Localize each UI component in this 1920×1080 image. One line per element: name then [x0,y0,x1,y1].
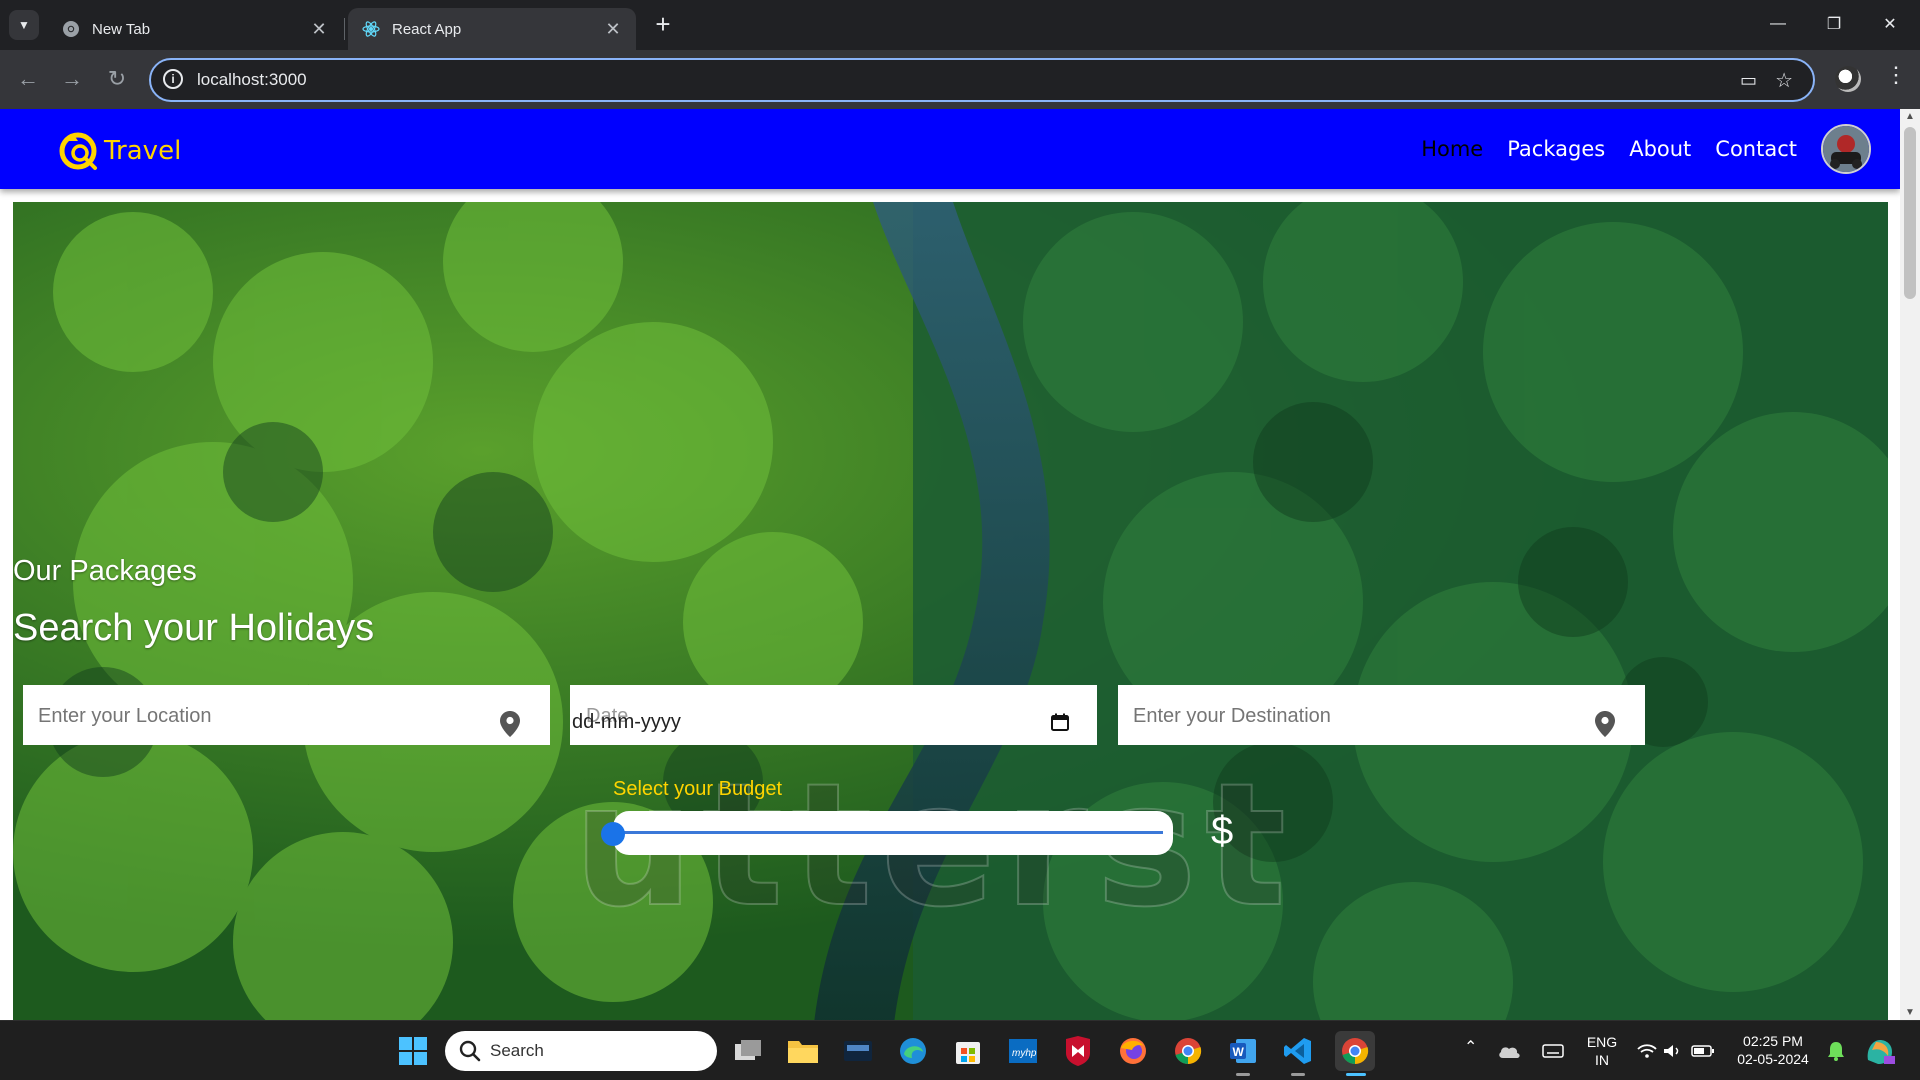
scroll-down-icon[interactable]: ▼ [1905,1007,1915,1018]
nav-about-link[interactable]: About [1629,137,1691,161]
nav-home-link[interactable]: Home [1421,137,1483,161]
budget-slider-thumb[interactable] [601,822,625,846]
travel-logo-icon [59,132,97,170]
word-running-indicator [1236,1073,1250,1076]
taskbar-search-text: Search [490,1041,544,1060]
tab-title: New Tab [92,20,151,38]
brand-name: Travel [104,136,182,166]
vscode-running-indicator [1291,1073,1305,1076]
browser-menu-icon[interactable]: ⋮ [1885,62,1907,88]
page-scrollbar[interactable]: ▲ ▼ [1900,109,1920,1020]
clock[interactable]: 02:25 PM 02-05-2024 [1728,1032,1818,1068]
site-navbar: Travel Home Packages About Contact [0,109,1900,189]
vscode-icon[interactable] [1280,1033,1316,1069]
location-input[interactable]: Enter your Location [23,685,550,745]
currency-symbol: $ [1211,809,1234,853]
notification-bell-icon[interactable] [1824,1033,1848,1069]
clock-time: 02:25 PM [1743,1033,1803,1049]
wifi-icon[interactable] [1636,1033,1658,1069]
region-code: IN [1595,1052,1609,1068]
reload-icon[interactable]: ↻ [101,63,133,95]
address-bar[interactable]: i localhost:3000 ▭ ☆ [149,58,1815,102]
scrollbar-thumb[interactable] [1904,127,1916,299]
browser-toolbar: ← → ↻ i localhost:3000 ▭ ☆ ⋮ [0,50,1920,109]
clock-date: 02-05-2024 [1737,1051,1809,1067]
hero-content: Our Packages Search your Holidays Enter … [13,202,1888,1020]
task-view-icon[interactable] [730,1033,766,1069]
budget-control: Select your Budget $ [601,778,1253,858]
language-code: ENG [1586,1034,1618,1050]
calendar-icon[interactable] [1051,713,1069,731]
scroll-up-icon[interactable]: ▲ [1905,111,1915,122]
chrome-active-icon[interactable] [1335,1031,1375,1071]
browser-tab-bar: ▼ New Tab ✕ React App ✕ + — ❐ ✕ [0,0,1920,50]
show-hidden-icons-icon[interactable]: ⌃ [1464,1039,1477,1057]
svg-text:myhp: myhp [1012,1048,1037,1059]
url-text[interactable]: localhost:3000 [197,70,307,90]
close-tab-icon[interactable]: ✕ [310,19,328,40]
tab-search-button[interactable]: ▼ [9,10,39,40]
svg-text:W: W [1233,1045,1245,1059]
site-info-icon[interactable]: i [163,69,183,89]
tab-new-tab[interactable]: New Tab ✕ [48,8,342,50]
tab-title: React App [392,20,462,38]
windows-taskbar: Search myhp W ⌃ ENG IN 02:25 PM 02-05-20… [0,1020,1920,1080]
mcafee-icon[interactable] [1060,1033,1096,1069]
keyboard-icon[interactable] [1540,1033,1566,1069]
hero-subtitle: Our Packages [13,555,197,587]
taskbar-search[interactable]: Search [445,1031,717,1071]
hero-title: Search your Holidays [13,607,375,649]
battery-icon[interactable] [1690,1033,1716,1069]
install-app-icon[interactable]: ▭ [1740,70,1757,91]
nav-contact-link[interactable]: Contact [1715,137,1797,161]
windows-start-icon[interactable] [395,1033,431,1069]
nav-links: Home Packages About Contact [1421,124,1900,174]
tab-divider [344,18,345,40]
location-placeholder: Enter your Location [38,705,212,727]
word-icon[interactable]: W [1225,1033,1261,1069]
budget-label: Select your Budget [613,778,782,800]
chrome-icon[interactable] [1170,1033,1206,1069]
restore-icon[interactable]: ❐ [1814,8,1854,40]
close-tab-icon[interactable]: ✕ [604,19,622,40]
onedrive-icon[interactable] [1496,1033,1522,1069]
firefox-icon[interactable] [1115,1033,1151,1069]
edge-browser-icon[interactable] [895,1033,931,1069]
date-input[interactable]: Date dd-mm-yyyy [570,685,1097,745]
budget-slider-track[interactable] [613,831,1163,834]
chrome-active-indicator [1346,1073,1366,1076]
tab-react-app[interactable]: React App ✕ [348,8,636,50]
chrome-icon [62,20,80,38]
date-format-mask: dd-mm-yyyy [572,711,681,733]
msedu-app-icon[interactable] [840,1033,876,1069]
minimize-icon[interactable]: — [1758,8,1798,40]
back-icon[interactable]: ← [12,63,44,95]
browser-profile-icon[interactable] [1835,66,1861,92]
location-pin-icon [500,711,520,737]
user-avatar[interactable] [1821,124,1871,174]
destination-input[interactable]: Enter your Destination [1118,685,1645,745]
search-icon [459,1040,481,1062]
forward-icon[interactable]: → [56,63,88,95]
hero-section: utterst Our Packages Search your Holiday… [13,202,1888,1020]
close-window-icon[interactable]: ✕ [1870,8,1910,40]
language-indicator[interactable]: ENG IN [1582,1033,1622,1069]
location-pin-icon [1595,711,1615,737]
new-tab-button[interactable]: + [650,11,676,38]
microsoft-store-icon[interactable] [950,1033,986,1069]
react-icon [362,20,380,38]
copilot-icon[interactable] [1862,1033,1898,1069]
site-logo[interactable]: Travel [58,129,181,173]
destination-placeholder: Enter your Destination [1133,705,1331,727]
file-explorer-icon[interactable] [785,1033,821,1069]
budget-slider[interactable] [601,811,1173,855]
search-form: Enter your Location Date dd-mm-yyyy Ente… [23,685,1645,745]
page-viewport: Travel Home Packages About Contact Our P… [0,109,1900,1020]
nav-packages-link[interactable]: Packages [1507,137,1605,161]
myhp-app-icon[interactable]: myhp [1005,1033,1041,1069]
bookmark-star-icon[interactable]: ☆ [1775,68,1793,93]
volume-icon[interactable] [1662,1033,1684,1069]
